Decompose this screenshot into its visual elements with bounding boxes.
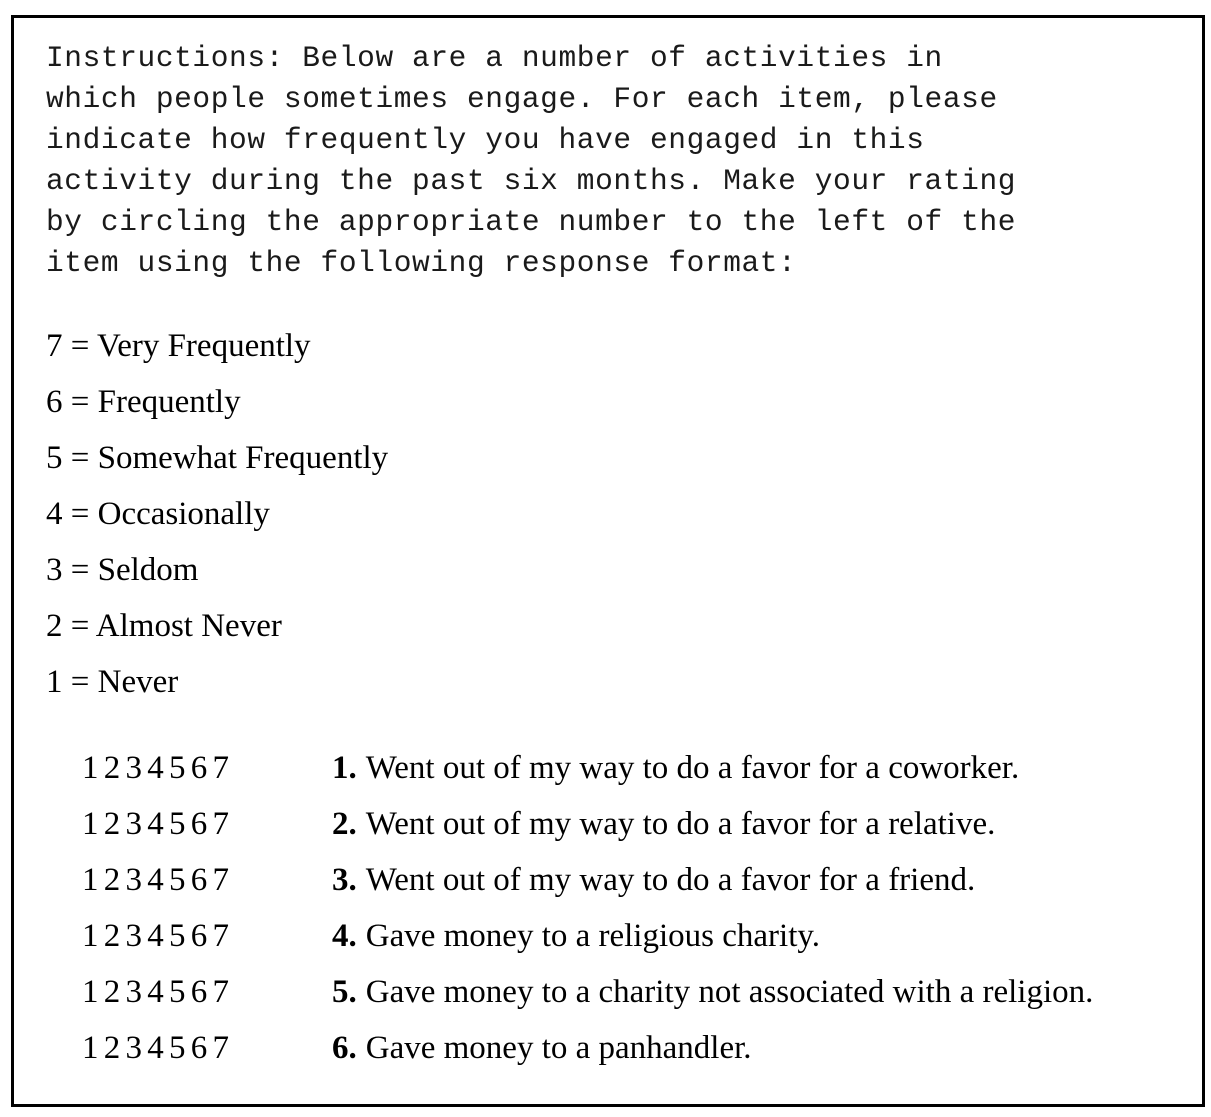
scale-item-3: 3 = Seldom (46, 552, 199, 588)
rating-option[interactable]: 1 (82, 1030, 99, 1066)
item-number: 6. (332, 1030, 357, 1066)
rating-option[interactable]: 5 (169, 1030, 186, 1066)
rating-option[interactable]: 1 (82, 750, 99, 786)
questionnaire-frame: Instructions: Below are a number of acti… (11, 15, 1205, 1107)
rating-option[interactable]: 5 (169, 862, 186, 898)
item-statement: Gave money to a panhandler. (365, 1030, 752, 1066)
rating-options: 1 2 3 4 5 6 7 (82, 914, 332, 970)
scale-item-1: 1 = Never (46, 664, 179, 700)
rating-option[interactable]: 4 (147, 1030, 164, 1066)
scale-item-4: 4 = Occasionally (46, 496, 270, 532)
item-statement: Gave money to a religious charity. (365, 918, 820, 954)
rating-option[interactable]: 5 (169, 806, 186, 842)
rating-option[interactable]: 3 (126, 750, 143, 786)
rating-option[interactable]: 4 (147, 750, 164, 786)
item-text: 4. Gave money to a religious charity. (332, 914, 820, 970)
list-item: 1 2 3 4 5 6 7 5. Gave money to a charity n… (82, 970, 1093, 1026)
item-number: 1. (332, 750, 357, 786)
scale-item-5: 5 = Somewhat Frequently (46, 440, 389, 476)
rating-option[interactable]: 7 (213, 862, 230, 898)
item-text: 1. Went out of my way to do a favor for a… (332, 746, 1019, 802)
rating-option[interactable]: 5 (169, 918, 186, 954)
rating-options: 1 2 3 4 5 6 7 (82, 746, 332, 802)
rating-option[interactable]: 2 (104, 1030, 121, 1066)
item-text: 2. Went out of my way to do a favor for a… (332, 802, 995, 858)
rating-option[interactable]: 5 (169, 974, 186, 1010)
item-number: 2. (332, 806, 357, 842)
rating-options: 1 2 3 4 5 6 7 (82, 1026, 332, 1082)
rating-options: 1 2 3 4 5 6 7 (82, 858, 332, 914)
rating-options: 1 2 3 4 5 6 7 (82, 970, 332, 1026)
rating-option[interactable]: 4 (147, 806, 164, 842)
rating-option[interactable]: 2 (104, 750, 121, 786)
rating-option[interactable]: 6 (191, 1030, 208, 1066)
rating-option[interactable]: 7 (213, 974, 230, 1010)
list-item: 1 2 3 4 5 6 7 6. Gave money to a panhandle… (82, 1026, 1093, 1082)
rating-option[interactable]: 1 (82, 974, 99, 1010)
item-number: 4. (332, 918, 357, 954)
rating-option[interactable]: 7 (213, 750, 230, 786)
item-statement: Went out of my way to do a favor for a f… (365, 862, 976, 898)
scale-item-7: 7 = Very Frequently (46, 328, 311, 364)
rating-option[interactable]: 4 (147, 974, 164, 1010)
item-text: 6. Gave money to a panhandler. (332, 1026, 752, 1082)
item-number: 5. (332, 974, 357, 1010)
rating-option[interactable]: 3 (126, 974, 143, 1010)
rating-option[interactable]: 6 (191, 862, 208, 898)
instructions-text: Instructions: Below are a number of acti… (46, 41, 1017, 280)
item-number: 3. (332, 862, 357, 898)
item-statement: Went out of my way to do a favor for a c… (365, 750, 1020, 786)
item-statement: Gave money to a charity not associated w… (365, 974, 1094, 1010)
list-item: 1 2 3 4 5 6 7 2. Went out of my way to do … (82, 802, 1093, 858)
rating-option[interactable]: 1 (82, 918, 99, 954)
rating-option[interactable]: 5 (169, 750, 186, 786)
rating-option[interactable]: 2 (104, 862, 121, 898)
item-text: 3. Went out of my way to do a favor for a… (332, 858, 975, 914)
rating-option[interactable]: 7 (213, 806, 230, 842)
scale-item-2: 2 = Almost Never (46, 608, 282, 644)
rating-option[interactable]: 4 (147, 862, 164, 898)
rating-option[interactable]: 6 (191, 974, 208, 1010)
list-item: 1 2 3 4 5 6 7 3. Went out of my way to do … (82, 858, 1093, 914)
rating-option[interactable]: 1 (82, 862, 99, 898)
list-item: 1 2 3 4 5 6 7 1. Went out of my way to do … (82, 746, 1093, 802)
list-item: 1 2 3 4 5 6 7 4. Gave money to a religious… (82, 914, 1093, 970)
rating-option[interactable]: 2 (104, 974, 121, 1010)
rating-option[interactable]: 3 (126, 1030, 143, 1066)
rating-option[interactable]: 6 (191, 750, 208, 786)
rating-options: 1 2 3 4 5 6 7 (82, 802, 332, 858)
rating-option[interactable]: 4 (147, 918, 164, 954)
rating-option[interactable]: 3 (126, 918, 143, 954)
scale-item-6: 6 = Frequently (46, 384, 241, 420)
rating-option[interactable]: 7 (213, 1030, 230, 1066)
item-statement: Went out of my way to do a favor for a r… (365, 806, 996, 842)
rating-option[interactable]: 6 (191, 918, 208, 954)
rating-option[interactable]: 2 (104, 918, 121, 954)
rating-option[interactable]: 1 (82, 806, 99, 842)
item-list: 1 2 3 4 5 6 7 1. Went out of my way to do … (82, 746, 1093, 1082)
rating-option[interactable]: 3 (126, 806, 143, 842)
item-text: 5. Gave money to a charity not associated… (332, 970, 1093, 1026)
response-scale: 7 = Very Frequently 6 = Frequently 5 = S… (46, 326, 388, 718)
rating-option[interactable]: 7 (213, 918, 230, 954)
rating-option[interactable]: 6 (191, 806, 208, 842)
rating-option[interactable]: 2 (104, 806, 121, 842)
rating-option[interactable]: 3 (126, 862, 143, 898)
